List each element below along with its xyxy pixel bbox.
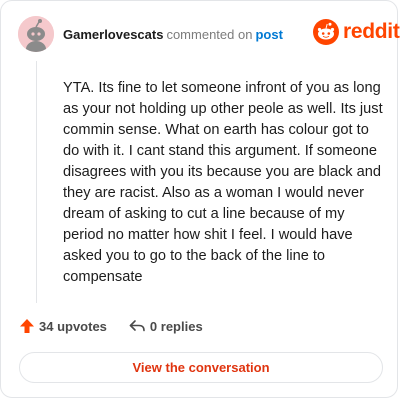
comment-actions: 34 upvotes 0 replies bbox=[19, 318, 203, 334]
comment-header: Gamerlovescats commented on post bbox=[63, 27, 283, 43]
comment-card: Gamerlovescats commented on post reddit YT… bbox=[0, 0, 400, 398]
upvote-count: 34 upvotes bbox=[39, 318, 107, 334]
comment-body: YTA. Its fine to let someone infront of … bbox=[63, 80, 383, 285]
thread-line bbox=[36, 61, 37, 303]
view-conversation-button[interactable]: View the conversation bbox=[19, 352, 383, 383]
reddit-logo[interactable]: reddit bbox=[313, 19, 400, 45]
user-avatar[interactable] bbox=[18, 16, 54, 52]
commented-on-text: commented on bbox=[166, 27, 253, 42]
snoo-avatar-icon bbox=[18, 16, 54, 52]
author-username[interactable]: Gamerlovescats bbox=[63, 27, 163, 42]
upvote-button[interactable]: 34 upvotes bbox=[19, 318, 107, 334]
reply-arrow-icon bbox=[129, 320, 145, 332]
reply-count: 0 replies bbox=[149, 318, 203, 334]
post-link[interactable]: post bbox=[255, 27, 282, 42]
reddit-wordmark: reddit bbox=[343, 20, 400, 43]
replies-button[interactable]: 0 replies bbox=[129, 319, 203, 334]
upvote-arrow-icon bbox=[20, 319, 34, 333]
reddit-logo-icon bbox=[313, 19, 339, 45]
